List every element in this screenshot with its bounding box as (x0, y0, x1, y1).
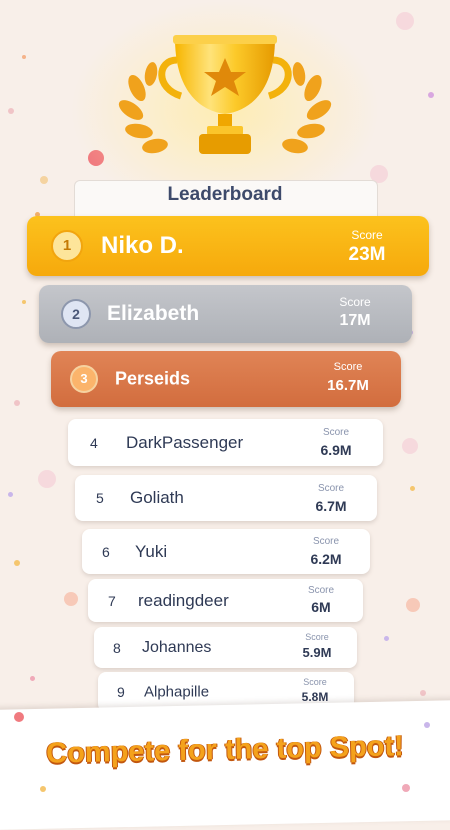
score-label: Score (333, 361, 363, 373)
score-label: Score (317, 483, 345, 494)
confetti-dot (22, 55, 26, 59)
leaderboard-row-5[interactable]: 5 Goliath Score 6.7M (75, 475, 377, 521)
confetti-dot (40, 786, 46, 792)
rank-number: 9 (117, 684, 125, 700)
gold-medal-icon: 1 (51, 230, 83, 262)
confetti-dot (40, 176, 48, 184)
player-name: Yuki (135, 541, 168, 561)
confetti-dot (384, 636, 389, 641)
trophy-icon (118, 35, 332, 154)
score-value: 23M (348, 244, 386, 265)
rank-number: 7 (108, 592, 116, 609)
score-value: 6.7M (315, 498, 347, 514)
rank-number: 8 (113, 639, 121, 656)
rank-number: 5 (96, 490, 104, 506)
score-label: Score (312, 536, 340, 547)
rank-number: 2 (72, 306, 80, 322)
score-value: 6M (311, 599, 331, 615)
leaderboard-row-4[interactable]: 4 DarkPassenger Score 6.9M (68, 419, 383, 466)
player-name: Elizabeth (107, 302, 200, 325)
rank-number: 4 (90, 434, 98, 451)
player-name: Goliath (130, 488, 184, 507)
player-name: Perseids (115, 368, 191, 389)
confetti-dot (22, 300, 26, 304)
leaderboard-row-7[interactable]: 7 readingdeer Score 6M (88, 579, 363, 622)
player-name: Alphapille (144, 683, 210, 701)
score-value: 6.9M (320, 442, 352, 458)
confetti-dot (30, 676, 35, 681)
player-name: readingdeer (138, 590, 229, 610)
leaderboard-row-8[interactable]: 8 Johannes Score 5.9M (94, 627, 357, 668)
rank-number: 3 (80, 371, 88, 386)
leaderboard-row-6[interactable]: 6 Yuki Score 6.2M (82, 529, 370, 574)
player-name: Johannes (142, 638, 212, 656)
confetti-dot (14, 400, 20, 406)
bronze-medal-icon: 3 (70, 365, 98, 393)
rank-number: 1 (62, 237, 72, 254)
confetti-dot (428, 92, 434, 98)
confetti-dot (406, 598, 420, 612)
confetti-dot (424, 722, 430, 728)
confetti-dot (420, 690, 426, 696)
score-value: 16.7M (327, 377, 369, 394)
score-value: 6.2M (310, 551, 342, 567)
confetti-dot (38, 470, 56, 488)
confetti-dot (14, 712, 24, 722)
silver-medal-icon: 2 (61, 299, 91, 329)
rank-number: 6 (102, 543, 110, 560)
score-label: Score (303, 677, 327, 687)
score-label: Score (322, 427, 350, 438)
confetti-dot (8, 492, 13, 497)
confetti-dot (402, 784, 410, 792)
confetti-dot (396, 12, 414, 30)
leaderboard-row-3[interactable]: 3 Perseids Score 16.7M (51, 351, 401, 407)
confetti-dot (410, 486, 415, 491)
score-label: Score (305, 632, 329, 642)
score-value: 17M (339, 312, 371, 329)
score-value: 5.9M (302, 645, 332, 660)
score-label: Score (351, 228, 383, 242)
confetti-dot (402, 438, 418, 454)
confetti-dot (14, 560, 20, 566)
leaderboard-row-1[interactable]: 1 Niko D. Score 23M (27, 216, 429, 276)
confetti-dot (8, 108, 14, 114)
leaderboard-title: Leaderboard (167, 184, 283, 205)
score-label: Score (339, 295, 371, 309)
leaderboard-row-2[interactable]: 2 Elizabeth Score 17M (39, 285, 412, 343)
score-label: Score (307, 585, 335, 596)
confetti-dot (64, 592, 78, 606)
player-name: Niko D. (101, 232, 184, 259)
player-name: DarkPassenger (126, 432, 244, 452)
